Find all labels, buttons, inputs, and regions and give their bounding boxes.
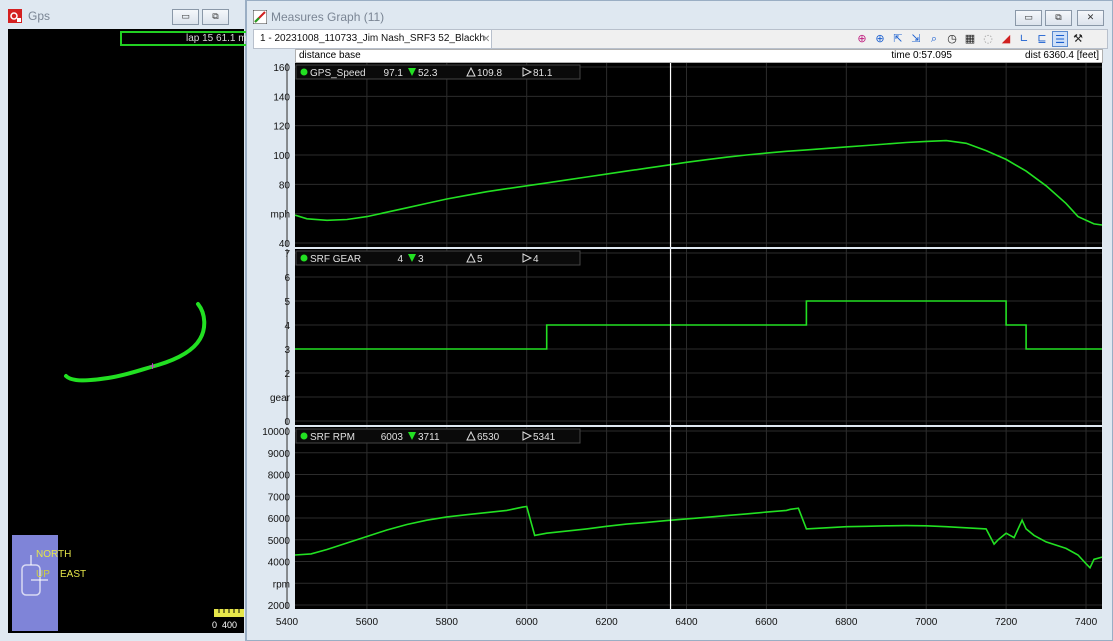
channel-avg-value: 81.1 — [533, 68, 553, 79]
shape-icon[interactable]: ◌ — [980, 31, 996, 47]
channel-min-value: 3 — [418, 254, 424, 265]
zoom-in-icon[interactable]: ⊕ — [872, 31, 888, 47]
channel-dot-icon — [300, 432, 308, 440]
gps-titlebar[interactable]: Gps ▭ ⧉ — [0, 0, 245, 32]
x-tick-label: 6800 — [835, 617, 858, 628]
session-tab[interactable]: 1 - 20231008_110733_Jim Nash_SRF3 52_Bla… — [254, 30, 492, 48]
measures-minimize-button[interactable]: ▭ — [1015, 10, 1042, 26]
x-tick-label: 5400 — [276, 617, 299, 628]
measures-graph-svg[interactable]: 16014012010080mph40GPS_Speed 97.1 52.3 109.… — [253, 63, 1103, 638]
y-tick-label: 160 — [273, 63, 290, 74]
gps-window-title: Gps — [28, 9, 51, 23]
info-bar: distance base time 0:57.095 dist 6360.4 … — [295, 49, 1103, 63]
scale-label: 0 400 — [212, 620, 238, 630]
channel-dot-icon — [300, 68, 308, 76]
clock-icon[interactable]: ◷ — [944, 31, 960, 47]
axis-l-icon[interactable]: ∟ — [1016, 31, 1032, 47]
y-tick-label: 100 — [273, 151, 290, 162]
graph-toolbar: ⊕ ⊕ ⇱ ⇲ ⌕ ◷ ▦ ◌ ◢ ∟ ⊑ ☰ ⚒ — [854, 31, 1086, 48]
x-tick-label: 6600 — [755, 617, 778, 628]
measures-graph-window: Measures Graph (11) ▭ ⧉ ✕ 1 - 20231008_1… — [246, 0, 1113, 641]
gps-app-icon — [8, 9, 22, 23]
measures-window-title: Measures Graph (11) — [271, 10, 385, 24]
x-tick-label: 6400 — [675, 617, 698, 628]
channel-cursor-value: 97.1 — [384, 68, 404, 79]
channel-max-value: 6530 — [477, 432, 500, 443]
channel-cursor-value: 4 — [397, 254, 403, 265]
zoom-3d-icon[interactable]: ⊕ — [854, 31, 870, 47]
dist-label: dist 6360.4 [feet] — [1025, 50, 1099, 61]
axis-e-icon[interactable]: ⊑ — [1034, 31, 1050, 47]
graph-area[interactable]: 160 140 120 100 80 mph 40 GPS_Speed 97.1 52.3 109.… — [253, 63, 1103, 638]
channel-max-value: 109.8 — [477, 68, 502, 79]
channel-min-value: 52.3 — [418, 68, 438, 79]
tab-strip: 1 - 20231008_110733_Jim Nash_SRF3 52_Bla… — [253, 29, 1108, 49]
x-tick-label: 7200 — [995, 617, 1018, 628]
x-tick-label: 5600 — [356, 617, 379, 628]
x-tick-label: 7000 — [915, 617, 938, 628]
y-tick-label: 140 — [273, 92, 290, 103]
gps-track-map[interactable]: lap 15 61.1 m + NORTH UP EAST 0 400 — [8, 29, 255, 633]
channel-cursor-value: 6003 — [381, 432, 404, 443]
grid-icon[interactable]: ▦ — [962, 31, 978, 47]
plot-background — [295, 249, 1102, 425]
list-icon[interactable]: ☰ — [1052, 31, 1068, 47]
fit-down-icon[interactable]: ⇲ — [908, 31, 924, 47]
y-tick-label: gear — [270, 393, 291, 404]
x-tick-label: 5800 — [436, 617, 459, 628]
track-path — [64, 302, 207, 383]
session-tab-label: 1 - 20231008_110733_Jim Nash_SRF3 52_Bla… — [260, 33, 485, 44]
y-tick-label: 80 — [279, 180, 291, 191]
tab-close-icon[interactable]: ✕ — [482, 31, 490, 48]
fit-up-icon[interactable]: ⇱ — [890, 31, 906, 47]
y-tick-label: 120 — [273, 122, 290, 133]
x-tick-label: 6200 — [595, 617, 618, 628]
channel-avg-value: 4 — [533, 254, 539, 265]
compass-north-label: NORTH — [36, 549, 72, 560]
channel-name: SRF GEAR — [310, 254, 361, 265]
zoom-search-icon[interactable]: ⌕ — [926, 31, 942, 47]
wrench-icon[interactable]: ⚒ — [1070, 31, 1086, 47]
measures-restore-button[interactable]: ⧉ — [1045, 10, 1072, 26]
channel-min-value: 3711 — [418, 432, 440, 443]
map-scale-bar: 0 400 — [212, 609, 244, 633]
channel-name: GPS_Speed — [310, 68, 366, 79]
channel-name: SRF RPM — [310, 432, 355, 443]
channel-dot-icon — [300, 254, 308, 262]
compass-up-label: UP — [36, 569, 50, 580]
time-label: time 0:57.095 — [891, 50, 952, 61]
compass-east-label: EAST — [60, 569, 87, 580]
car-position-marker: + — [149, 359, 156, 373]
gps-window: Gps ▭ ⧉ lap 15 61.1 m + NORTH UP EAST 0 … — [0, 0, 255, 641]
gps-minimize-button[interactable]: ▭ — [172, 9, 199, 25]
marker-icon[interactable]: ◢ — [998, 31, 1014, 47]
gps-restore-button[interactable]: ⧉ — [202, 9, 229, 25]
measures-app-icon — [253, 10, 267, 24]
x-tick-label: 7400 — [1075, 617, 1098, 628]
channel-avg-value: 5341 — [533, 432, 556, 443]
y-tick-label: 10000 — [262, 427, 290, 438]
base-label: distance base — [299, 50, 361, 61]
measures-close-button[interactable]: ✕ — [1077, 10, 1104, 26]
channel-max-value: 5 — [477, 254, 483, 265]
x-tick-label: 6000 — [516, 617, 539, 628]
